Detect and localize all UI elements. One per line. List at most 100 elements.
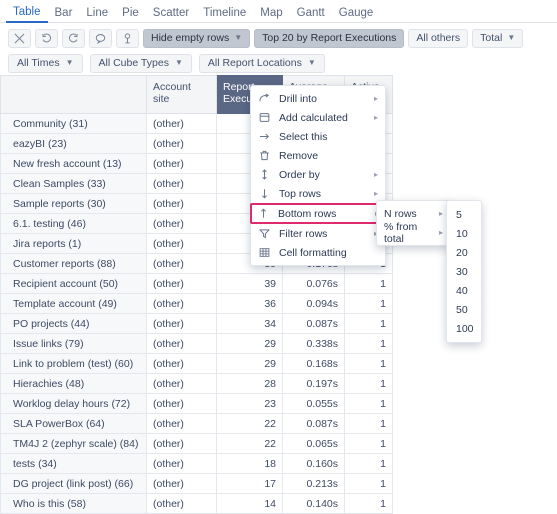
cell-row-name[interactable]: Sample reports (30) bbox=[0, 193, 147, 214]
n-rows-option[interactable]: 30 bbox=[447, 262, 481, 281]
cell-account-site[interactable]: (other) bbox=[146, 213, 217, 234]
menu-item-filter-rows[interactable]: Filter rows ▸ bbox=[251, 224, 385, 243]
cell-report-executions[interactable]: 29 bbox=[216, 353, 283, 374]
table-row[interactable]: SLA PowerBox (64) (other) 22 0.087s 1 bbox=[0, 413, 393, 434]
column-header-dimension[interactable] bbox=[0, 75, 147, 114]
cell-account-site[interactable]: (other) bbox=[146, 313, 217, 334]
table-row[interactable]: Issue links (79) (other) 29 0.338s 1 bbox=[0, 333, 393, 354]
cell-report-executions[interactable]: 39 bbox=[216, 273, 283, 294]
tab-map[interactable]: Map bbox=[253, 7, 289, 23]
cell-average[interactable]: 0.140s bbox=[282, 493, 345, 514]
cell-account-site[interactable]: (other) bbox=[146, 253, 217, 274]
cell-active-users[interactable]: 1 bbox=[344, 313, 393, 334]
cell-account-site[interactable]: (other) bbox=[146, 133, 217, 154]
n-rows-option[interactable]: 100 bbox=[447, 319, 481, 338]
table-row[interactable]: Template account (49) (other) 36 0.094s 1 bbox=[0, 293, 393, 314]
menu-item-order-by[interactable]: Order by ▸ bbox=[251, 165, 385, 184]
n-rows-option[interactable]: 10 bbox=[447, 224, 481, 243]
table-row[interactable]: Worklog delay hours (72) (other) 23 0.055s 1 bbox=[0, 393, 393, 414]
comment-button[interactable] bbox=[89, 28, 112, 48]
total-button[interactable]: Total ▼ bbox=[472, 28, 524, 48]
cell-account-site[interactable]: (other) bbox=[146, 173, 217, 194]
cell-active-users[interactable]: 1 bbox=[344, 453, 393, 474]
table-row[interactable]: TM4J 2 (zephyr scale) (84) (other) 22 0.065… bbox=[0, 433, 393, 454]
cell-active-users[interactable]: 1 bbox=[344, 293, 393, 314]
pin-icon-button[interactable] bbox=[116, 28, 139, 48]
cell-row-name[interactable]: Hierachies (48) bbox=[0, 373, 147, 394]
menu-item-drill-into[interactable]: Drill into ▸ bbox=[251, 89, 385, 108]
cell-account-site[interactable]: (other) bbox=[146, 353, 217, 374]
table-row[interactable]: Hierachies (48) (other) 28 0.197s 1 bbox=[0, 373, 393, 394]
n-rows-option[interactable]: 40 bbox=[447, 281, 481, 300]
filter-all-cube-types[interactable]: All Cube Types ▼ bbox=[89, 53, 192, 73]
column-header-account-site[interactable]: Account site bbox=[146, 75, 217, 114]
table-row[interactable]: PO projects (44) (other) 34 0.087s 1 bbox=[0, 313, 393, 334]
menu-item-remove[interactable]: Remove bbox=[251, 146, 385, 165]
tab-gantt[interactable]: Gantt bbox=[290, 7, 332, 23]
tab-bar[interactable]: Bar bbox=[48, 7, 80, 23]
cell-average[interactable]: 0.197s bbox=[282, 373, 345, 394]
cell-account-site[interactable]: (other) bbox=[146, 293, 217, 314]
cell-account-site[interactable]: (other) bbox=[146, 453, 217, 474]
cell-account-site[interactable]: (other) bbox=[146, 273, 217, 294]
cell-row-name[interactable]: Recipient account (50) bbox=[0, 273, 147, 294]
cell-average[interactable]: 0.094s bbox=[282, 293, 345, 314]
tab-pie[interactable]: Pie bbox=[115, 7, 146, 23]
table-row[interactable]: tests (34) (other) 18 0.160s 1 bbox=[0, 453, 393, 474]
cell-report-executions[interactable]: 17 bbox=[216, 473, 283, 494]
cell-account-site[interactable]: (other) bbox=[146, 493, 217, 514]
cell-row-name[interactable]: Worklog delay hours (72) bbox=[0, 393, 147, 414]
cell-active-users[interactable]: 1 bbox=[344, 493, 393, 514]
cell-active-users[interactable]: 1 bbox=[344, 433, 393, 454]
cell-average[interactable]: 0.055s bbox=[282, 393, 345, 414]
cell-row-name[interactable]: Issue links (79) bbox=[0, 333, 147, 354]
cell-report-executions[interactable]: 22 bbox=[216, 433, 283, 454]
cell-account-site[interactable]: (other) bbox=[146, 113, 217, 134]
tab-gauge[interactable]: Gauge bbox=[332, 7, 381, 23]
tab-scatter[interactable]: Scatter bbox=[146, 7, 196, 23]
table-row[interactable]: Link to problem (test) (60) (other) 29 0.16… bbox=[0, 353, 393, 374]
cell-report-executions[interactable]: 36 bbox=[216, 293, 283, 314]
cell-row-name[interactable]: SLA PowerBox (64) bbox=[0, 413, 147, 434]
cell-average[interactable]: 0.213s bbox=[282, 473, 345, 494]
cell-account-site[interactable]: (other) bbox=[146, 433, 217, 454]
undo-button[interactable] bbox=[35, 28, 58, 48]
n-rows-option[interactable]: 20 bbox=[447, 243, 481, 262]
cell-report-executions[interactable]: 28 bbox=[216, 373, 283, 394]
cell-average[interactable]: 0.168s bbox=[282, 353, 345, 374]
tab-table[interactable]: Table bbox=[6, 6, 48, 23]
menu-item-cell-formatting[interactable]: Cell formatting bbox=[251, 243, 385, 262]
cell-row-name[interactable]: DG project (link post) (66) bbox=[0, 473, 147, 494]
cell-row-name[interactable]: 6.1. testing (46) bbox=[0, 213, 147, 234]
table-row[interactable]: Recipient account (50) (other) 39 0.076s 1 bbox=[0, 273, 393, 294]
cell-average[interactable]: 0.160s bbox=[282, 453, 345, 474]
cell-active-users[interactable]: 1 bbox=[344, 353, 393, 374]
hide-empty-rows-button[interactable]: Hide empty rows ▼ bbox=[143, 28, 251, 48]
cell-report-executions[interactable]: 23 bbox=[216, 393, 283, 414]
cell-report-executions[interactable]: 18 bbox=[216, 453, 283, 474]
cell-active-users[interactable]: 1 bbox=[344, 413, 393, 434]
table-row[interactable]: DG project (link post) (66) (other) 17 0.21… bbox=[0, 473, 393, 494]
cell-account-site[interactable]: (other) bbox=[146, 373, 217, 394]
cell-row-name[interactable]: Template account (49) bbox=[0, 293, 147, 314]
menu-item-select-this[interactable]: Select this bbox=[251, 127, 385, 146]
all-others-button[interactable]: All others bbox=[408, 28, 469, 48]
cell-row-name[interactable]: Link to problem (test) (60) bbox=[0, 353, 147, 374]
cell-report-executions[interactable]: 22 bbox=[216, 413, 283, 434]
cell-active-users[interactable]: 1 bbox=[344, 373, 393, 394]
shuffle-icon-button[interactable] bbox=[8, 28, 31, 48]
cell-row-name[interactable]: TM4J 2 (zephyr scale) (84) bbox=[0, 433, 147, 454]
cell-account-site[interactable]: (other) bbox=[146, 193, 217, 214]
cell-account-site[interactable]: (other) bbox=[146, 393, 217, 414]
filter-all-report-locations[interactable]: All Report Locations ▼ bbox=[198, 53, 325, 73]
cell-average[interactable]: 0.338s bbox=[282, 333, 345, 354]
cell-row-name[interactable]: Who is this (58) bbox=[0, 493, 147, 514]
cell-report-executions[interactable]: 29 bbox=[216, 333, 283, 354]
tab-timeline[interactable]: Timeline bbox=[196, 7, 253, 23]
redo-button[interactable] bbox=[62, 28, 85, 48]
cell-row-name[interactable]: eazyBI (23) bbox=[0, 133, 147, 154]
cell-active-users[interactable]: 1 bbox=[344, 393, 393, 414]
cell-average[interactable]: 0.087s bbox=[282, 413, 345, 434]
cell-row-name[interactable]: PO projects (44) bbox=[0, 313, 147, 334]
cell-row-name[interactable]: Customer reports (88) bbox=[0, 253, 147, 274]
